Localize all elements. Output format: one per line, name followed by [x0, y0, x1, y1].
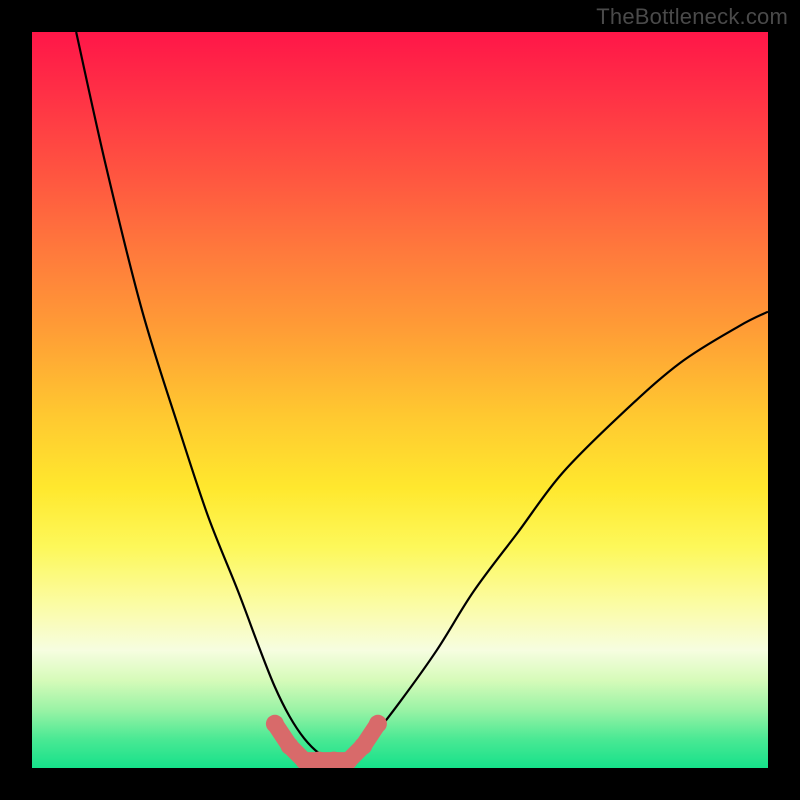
optimal-range-dot — [281, 737, 299, 755]
plot-area — [32, 32, 768, 768]
optimal-range-dot — [266, 715, 284, 733]
chart-svg — [32, 32, 768, 768]
bottleneck-curve-line — [76, 32, 768, 761]
chart-frame: TheBottleneck.com — [0, 0, 800, 800]
watermark-text: TheBottleneck.com — [596, 4, 788, 30]
optimal-range-dot — [369, 715, 387, 733]
optimal-range-dot — [354, 737, 372, 755]
